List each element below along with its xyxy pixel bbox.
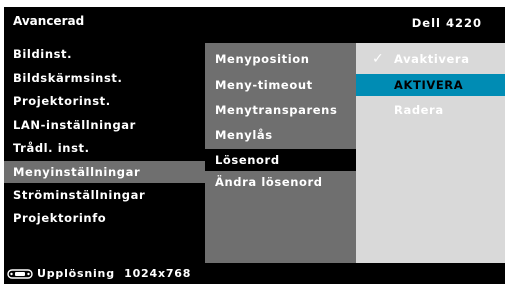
osd-menu: Avancerad Dell 4220 Bildinst. Bildskärms… — [4, 7, 505, 284]
menu-title: Avancerad — [13, 14, 85, 28]
option-avaktivera[interactable]: ✓ Avaktivera — [356, 48, 505, 70]
menu-item-bildskarmsinst[interactable]: Bildskärmsinst. — [4, 67, 205, 89]
submenu-item-losenord[interactable]: Lösenord — [205, 149, 356, 171]
projector-model: Dell 4220 — [411, 16, 482, 30]
status-footer: Upplösning 1024x768 — [4, 265, 505, 284]
menu-item-bildinst[interactable]: Bildinst. — [4, 43, 205, 65]
menu-item-tradl-inst[interactable]: Trådl. inst. — [4, 137, 205, 159]
submenu-item-menyposition[interactable]: Menyposition — [205, 48, 356, 70]
resolution-label: Upplösning — [37, 267, 115, 280]
submenu-item-meny-timeout[interactable]: Meny-timeout — [205, 74, 356, 96]
resolution-value: 1024x768 — [124, 267, 192, 280]
remote-control-icon — [7, 269, 33, 279]
checkmark-icon: ✓ — [372, 51, 385, 67]
options-panel: ✓ Avaktivera AKTIVERA Radera — [356, 43, 505, 263]
osd-header: Avancerad Dell 4220 — [4, 7, 505, 34]
resolution-status: Upplösning 1024x768 — [37, 267, 191, 280]
submenu-item-andra-losenord[interactable]: Ändra lösenord — [205, 171, 356, 193]
submenu-item-menylas[interactable]: Menylås — [205, 124, 356, 146]
main-menu: Bildinst. Bildskärmsinst. Projektorinst.… — [4, 43, 205, 263]
option-avaktivera-label: Avaktivera — [394, 52, 470, 66]
menu-item-projektorinfo[interactable]: Projektorinfo — [4, 207, 205, 229]
option-aktivera[interactable]: AKTIVERA — [356, 74, 505, 96]
option-radera[interactable]: Radera — [356, 99, 505, 121]
menu-item-strominstallningar[interactable]: Ströminställningar — [4, 184, 205, 206]
menu-item-lan-installningar[interactable]: LAN-inställningar — [4, 114, 205, 136]
submenu-item-menytransparens[interactable]: Menytransparens — [205, 99, 356, 121]
menu-item-menyinstallningar[interactable]: Menyinställningar — [4, 161, 205, 183]
menu-item-projektorinst[interactable]: Projektorinst. — [4, 90, 205, 112]
submenu: Menyposition Meny-timeout Menytransparen… — [205, 43, 356, 263]
